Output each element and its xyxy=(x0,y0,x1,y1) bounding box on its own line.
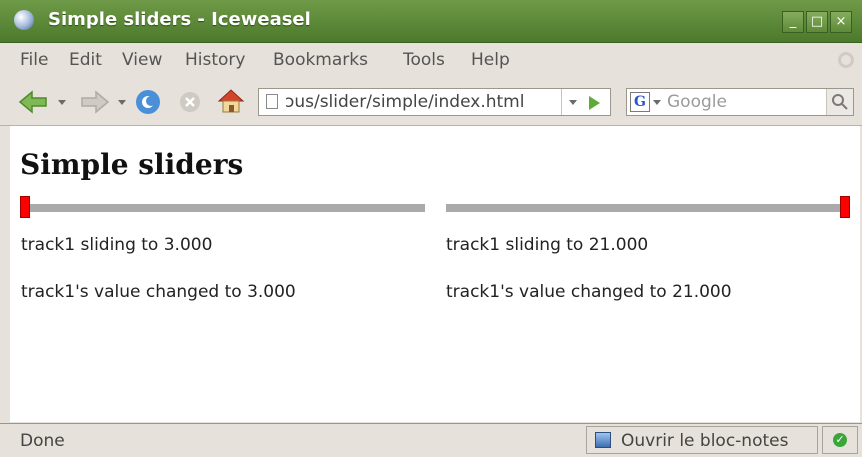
stop-icon[interactable] xyxy=(178,90,202,114)
page-document-icon xyxy=(266,94,278,109)
search-engine-dropdown-icon[interactable] xyxy=(653,100,661,105)
magnifier-icon xyxy=(832,94,848,110)
page-title: Simple sliders xyxy=(20,148,244,181)
slider-2-sliding-text: track1 sliding to 21.000 xyxy=(446,235,649,255)
menu-tools[interactable]: Tools xyxy=(403,50,445,70)
address-bar[interactable]: ɔus/slider/simple/index.html xyxy=(258,88,611,116)
slider-1-changed-text: track1's value changed to 3.000 xyxy=(21,282,296,302)
back-history-dropdown-icon[interactable] xyxy=(58,100,66,105)
home-icon[interactable] xyxy=(216,87,246,115)
minimize-button[interactable]: _ xyxy=(782,11,804,33)
slider-2-changed-text: track1's value changed to 21.000 xyxy=(446,282,732,302)
close-button[interactable]: × xyxy=(830,11,852,33)
throbber-icon xyxy=(838,52,854,68)
url-text[interactable]: ɔus/slider/simple/index.html xyxy=(285,92,524,112)
go-button-icon[interactable] xyxy=(589,96,600,110)
title-bar[interactable]: Simple sliders - Iceweasel _ □ × xyxy=(0,0,862,43)
forward-history-dropdown-icon[interactable] xyxy=(118,100,126,105)
slider-track-1[interactable] xyxy=(20,204,425,212)
menu-help[interactable]: Help xyxy=(471,50,510,70)
search-engine-icon[interactable]: G xyxy=(630,92,650,112)
status-check-panel[interactable]: ✓ xyxy=(822,426,858,454)
window-title: Simple sliders - Iceweasel xyxy=(48,9,311,30)
slider-handle-2[interactable] xyxy=(840,196,850,218)
open-notes-link[interactable]: Ouvrir le bloc-notes xyxy=(621,431,788,451)
navigation-toolbar: ɔus/slider/simple/index.html G Google xyxy=(0,78,862,126)
slider-handle-1[interactable] xyxy=(20,196,30,218)
page-content: Simple sliders track1 sliding to 3.000 t… xyxy=(10,126,860,422)
menu-bar: File Edit View History Bookmarks Tools H… xyxy=(0,43,862,77)
checkmark-icon: ✓ xyxy=(833,433,847,447)
reload-icon[interactable] xyxy=(134,88,162,116)
maximize-button[interactable]: □ xyxy=(806,11,828,33)
browser-window: Simple sliders - Iceweasel _ □ × File Ed… xyxy=(0,0,862,457)
back-arrow-icon[interactable] xyxy=(18,90,48,114)
menu-bookmarks[interactable]: Bookmarks xyxy=(273,50,368,70)
iceweasel-logo-icon xyxy=(14,10,34,30)
search-button[interactable] xyxy=(826,89,853,115)
notepad-icon xyxy=(595,432,611,448)
status-text: Done xyxy=(20,431,65,451)
status-bar: Done Ouvrir le bloc-notes ✓ xyxy=(0,423,862,457)
notes-panel[interactable]: Ouvrir le bloc-notes xyxy=(586,426,818,454)
menu-view[interactable]: View xyxy=(122,50,162,70)
forward-arrow-icon[interactable] xyxy=(80,90,110,114)
url-history-dropdown[interactable] xyxy=(561,89,584,115)
menu-file[interactable]: File xyxy=(20,50,48,70)
search-bar[interactable]: G Google xyxy=(626,88,854,116)
slider-1-sliding-text: track1 sliding to 3.000 xyxy=(21,235,213,255)
slider-track-2[interactable] xyxy=(446,204,850,212)
search-input[interactable]: Google xyxy=(667,92,727,112)
menu-edit[interactable]: Edit xyxy=(69,50,102,70)
menu-history[interactable]: History xyxy=(185,50,245,70)
url-dropdown-arrow-icon xyxy=(569,100,577,105)
